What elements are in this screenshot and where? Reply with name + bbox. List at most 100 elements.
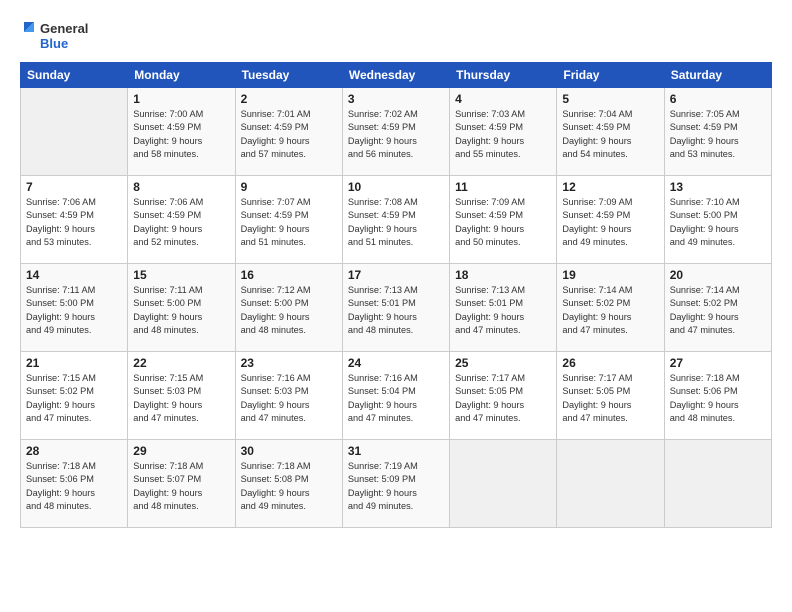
day-cell: 23 Sunrise: 7:16 AMSunset: 5:03 PMDayligh… [235,352,342,440]
day-cell: 26Sunrise: 7:17 AMSunset: 5:05 PMDayligh… [557,352,664,440]
day-number: 3 [348,92,444,106]
day-number: 8 [133,180,229,194]
day-number: 26 [562,356,658,370]
day-number: 9 [241,180,337,194]
day-number: 30 [241,444,337,458]
day-number: 23 [241,356,337,370]
day-cell [664,440,771,528]
day-number: 1 [133,92,229,106]
header-cell-friday: Friday [557,63,664,88]
day-info: Sunrise: 7:11 AMSunset: 5:00 PMDaylight:… [133,284,229,337]
day-number: 22 [133,356,229,370]
day-info: Sunrise: 7:16 AMSunset: 5:04 PMDaylight:… [348,372,444,425]
day-number: 29 [133,444,229,458]
day-number: 10 [348,180,444,194]
header-row: SundayMondayTuesdayWednesdayThursdayFrid… [21,63,772,88]
week-row-2: 7 Sunrise: 7:06 AMSunset: 4:59 PMDaylight… [21,176,772,264]
day-info: Sunrise: 7:14 AMSunset: 5:02 PMDaylight:… [670,284,766,337]
week-row-1: 1 Sunrise: 7:00 AMSunset: 4:59 PMDaylight… [21,88,772,176]
day-number: 15 [133,268,229,282]
day-info: Sunrise: 7:15 AMSunset: 5:03 PMDaylight:… [133,372,229,425]
header-cell-saturday: Saturday [664,63,771,88]
day-cell: 24 Sunrise: 7:16 AMSunset: 5:04 PMDayligh… [342,352,449,440]
day-info: Sunrise: 7:10 AMSunset: 5:00 PMDaylight:… [670,196,766,249]
day-cell: 19 Sunrise: 7:14 AMSunset: 5:02 PMDayligh… [557,264,664,352]
day-info: Sunrise: 7:17 AMSunset: 5:05 PMDaylight:… [455,372,551,425]
day-info: Sunrise: 7:09 AMSunset: 4:59 PMDaylight:… [455,196,551,249]
day-info: Sunrise: 7:04 AMSunset: 4:59 PMDaylight:… [562,108,658,161]
day-info: Sunrise: 7:06 AMSunset: 4:59 PMDaylight:… [133,196,229,249]
day-cell: 14 Sunrise: 7:11 AMSunset: 5:00 PMDayligh… [21,264,128,352]
day-number: 14 [26,268,122,282]
day-number: 21 [26,356,122,370]
day-cell: 25 Sunrise: 7:17 AMSunset: 5:05 PMDayligh… [450,352,557,440]
day-cell [557,440,664,528]
day-number: 17 [348,268,444,282]
day-cell: 2 Sunrise: 7:01 AMSunset: 4:59 PMDaylight… [235,88,342,176]
day-info: Sunrise: 7:09 AMSunset: 4:59 PMDaylight:… [562,196,658,249]
day-number: 19 [562,268,658,282]
day-cell: 11Sunrise: 7:09 AMSunset: 4:59 PMDayligh… [450,176,557,264]
day-info: Sunrise: 7:13 AMSunset: 5:01 PMDaylight:… [348,284,444,337]
day-info: Sunrise: 7:14 AMSunset: 5:02 PMDaylight:… [562,284,658,337]
day-cell: 28 Sunrise: 7:18 AMSunset: 5:06 PMDayligh… [21,440,128,528]
week-row-5: 28 Sunrise: 7:18 AMSunset: 5:06 PMDayligh… [21,440,772,528]
page: General Blue SundayMondayTuesdayWednesda… [0,0,792,612]
day-cell: 1 Sunrise: 7:00 AMSunset: 4:59 PMDaylight… [128,88,235,176]
day-info: Sunrise: 7:12 AMSunset: 5:00 PMDaylight:… [241,284,337,337]
day-number: 7 [26,180,122,194]
day-info: Sunrise: 7:18 AMSunset: 5:06 PMDaylight:… [26,460,122,513]
day-cell: 10 Sunrise: 7:08 AMSunset: 4:59 PMDayligh… [342,176,449,264]
day-cell: 7Sunrise: 7:06 AMSunset: 4:59 PMDaylight… [21,176,128,264]
header-cell-monday: Monday [128,63,235,88]
day-number: 25 [455,356,551,370]
svg-text:General: General [40,21,88,36]
day-info: Sunrise: 7:08 AMSunset: 4:59 PMDaylight:… [348,196,444,249]
day-info: Sunrise: 7:18 AMSunset: 5:06 PMDaylight:… [670,372,766,425]
day-cell: 13 Sunrise: 7:10 AMSunset: 5:00 PMDayligh… [664,176,771,264]
day-number: 16 [241,268,337,282]
header-cell-sunday: Sunday [21,63,128,88]
day-info: Sunrise: 7:00 AMSunset: 4:59 PMDaylight:… [133,108,229,161]
day-info: Sunrise: 7:05 AMSunset: 4:59 PMDaylight:… [670,108,766,161]
day-number: 13 [670,180,766,194]
header: General Blue [20,18,772,54]
day-info: Sunrise: 7:19 AMSunset: 5:09 PMDaylight:… [348,460,444,513]
day-cell: 21Sunrise: 7:15 AMSunset: 5:02 PMDayligh… [21,352,128,440]
day-cell: 29 Sunrise: 7:18 AMSunset: 5:07 PMDayligh… [128,440,235,528]
day-cell [21,88,128,176]
day-number: 20 [670,268,766,282]
day-cell: 5Sunrise: 7:04 AMSunset: 4:59 PMDaylight… [557,88,664,176]
day-info: Sunrise: 7:16 AMSunset: 5:03 PMDaylight:… [241,372,337,425]
day-cell: 17 Sunrise: 7:13 AMSunset: 5:01 PMDayligh… [342,264,449,352]
week-row-3: 14 Sunrise: 7:11 AMSunset: 5:00 PMDayligh… [21,264,772,352]
day-number: 24 [348,356,444,370]
day-number: 31 [348,444,444,458]
day-cell: 15 Sunrise: 7:11 AMSunset: 5:00 PMDayligh… [128,264,235,352]
calendar: SundayMondayTuesdayWednesdayThursdayFrid… [20,62,772,528]
day-info: Sunrise: 7:02 AMSunset: 4:59 PMDaylight:… [348,108,444,161]
day-number: 28 [26,444,122,458]
day-cell: 9Sunrise: 7:07 AMSunset: 4:59 PMDaylight… [235,176,342,264]
day-number: 27 [670,356,766,370]
day-info: Sunrise: 7:01 AMSunset: 4:59 PMDaylight:… [241,108,337,161]
svg-text:Blue: Blue [40,36,68,51]
day-cell: 16 Sunrise: 7:12 AMSunset: 5:00 PMDayligh… [235,264,342,352]
logo: General Blue [20,18,100,54]
calendar-body: 1 Sunrise: 7:00 AMSunset: 4:59 PMDaylight… [21,88,772,528]
day-info: Sunrise: 7:18 AMSunset: 5:07 PMDaylight:… [133,460,229,513]
day-info: Sunrise: 7:11 AMSunset: 5:00 PMDaylight:… [26,284,122,337]
day-cell: 4Sunrise: 7:03 AMSunset: 4:59 PMDaylight… [450,88,557,176]
day-number: 18 [455,268,551,282]
day-cell: 27 Sunrise: 7:18 AMSunset: 5:06 PMDayligh… [664,352,771,440]
header-cell-thursday: Thursday [450,63,557,88]
day-number: 2 [241,92,337,106]
day-info: Sunrise: 7:03 AMSunset: 4:59 PMDaylight:… [455,108,551,161]
header-cell-wednesday: Wednesday [342,63,449,88]
day-cell [450,440,557,528]
day-cell: 22 Sunrise: 7:15 AMSunset: 5:03 PMDayligh… [128,352,235,440]
week-row-4: 21Sunrise: 7:15 AMSunset: 5:02 PMDayligh… [21,352,772,440]
day-cell: 31 Sunrise: 7:19 AMSunset: 5:09 PMDayligh… [342,440,449,528]
day-cell: 3 Sunrise: 7:02 AMSunset: 4:59 PMDaylight… [342,88,449,176]
day-cell: 6Sunrise: 7:05 AMSunset: 4:59 PMDaylight… [664,88,771,176]
